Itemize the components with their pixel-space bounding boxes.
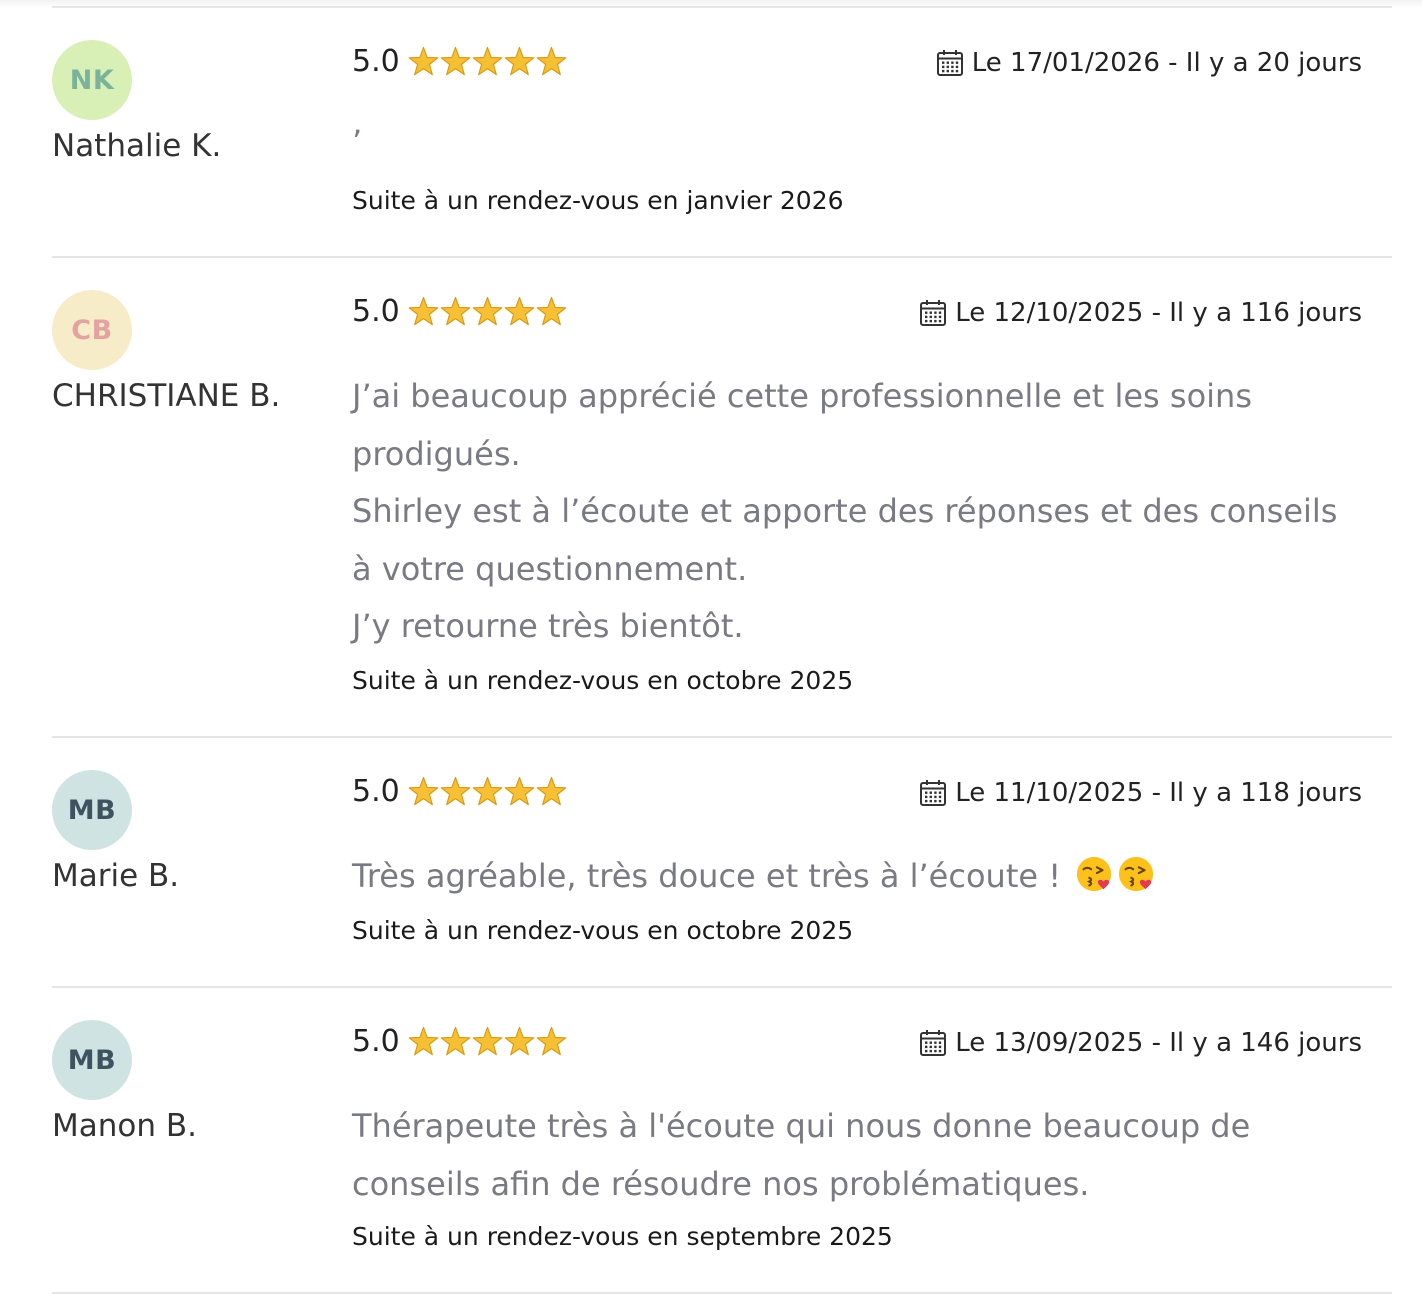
avatar: CB bbox=[52, 290, 132, 370]
star-icon bbox=[408, 776, 439, 806]
rating-score: 5.0 bbox=[352, 774, 400, 809]
avatar: NK bbox=[52, 40, 132, 120]
star-icon bbox=[472, 776, 503, 806]
review-text-line: conseils afin de résoudre nos problémati… bbox=[352, 1164, 1090, 1203]
visit-info: Suite à un rendez-vous en janvier 2026 bbox=[352, 186, 844, 215]
review-date: Le 13/09/2025 - Il y a 146 jours bbox=[919, 1028, 1362, 1058]
review-text: ’ bbox=[352, 114, 1342, 172]
review-text-line: à votre questionnement. bbox=[352, 549, 748, 588]
reviews-list: NK Nathalie K. 5.0 Le 17/01/2026 - Il y … bbox=[52, 6, 1392, 1294]
face-blowing-kiss-icon bbox=[1077, 856, 1112, 892]
star-icon bbox=[536, 46, 567, 76]
rating-stars bbox=[408, 776, 568, 807]
visit-info: Suite à un rendez-vous en octobre 2025 bbox=[352, 916, 854, 945]
rating: 5.0 bbox=[352, 774, 568, 809]
reviewer-name: Manon B. bbox=[52, 1108, 197, 1144]
star-icon bbox=[440, 46, 471, 76]
star-icon bbox=[472, 1026, 503, 1056]
review-text-line: prodigués. bbox=[352, 434, 521, 473]
star-icon bbox=[408, 46, 439, 76]
review-item: CB CHRISTIANE B. 5.0 Le 12/10/2025 - Il … bbox=[52, 256, 1392, 736]
star-icon bbox=[536, 776, 567, 806]
star-icon bbox=[440, 1026, 471, 1056]
review-item: MB Manon B. 5.0 Le 13/09/2025 - Il y a 1… bbox=[52, 986, 1392, 1294]
rating-stars bbox=[408, 1026, 568, 1057]
review-date-text: Le 12/10/2025 - Il y a 116 jours bbox=[955, 298, 1362, 328]
reviewer-name: Marie B. bbox=[52, 858, 180, 894]
review-text-content: Très agréable, très douce et très à l’éc… bbox=[352, 857, 1062, 895]
avatar: MB bbox=[52, 770, 132, 850]
review-text-line: J’ai beaucoup apprécié cette professionn… bbox=[352, 377, 1252, 415]
review-text-line: ’ bbox=[352, 123, 363, 161]
calendar-icon bbox=[920, 1030, 947, 1056]
star-icon bbox=[440, 776, 471, 806]
review-date-text: Le 11/10/2025 - Il y a 118 jours bbox=[955, 778, 1362, 808]
avatar: MB bbox=[52, 1020, 132, 1100]
star-icon bbox=[440, 296, 471, 326]
review-date-text: Le 13/09/2025 - Il y a 146 jours bbox=[955, 1028, 1362, 1058]
visit-info: Suite à un rendez-vous en septembre 2025 bbox=[352, 1222, 893, 1251]
reviewer-name: CHRISTIANE B. bbox=[52, 378, 281, 414]
star-icon bbox=[504, 1026, 535, 1056]
review-item: MB Marie B. 5.0 Le 11/10/2025 - Il y a 1… bbox=[52, 736, 1392, 986]
star-icon bbox=[536, 296, 567, 326]
star-icon bbox=[504, 296, 535, 326]
star-icon bbox=[408, 296, 439, 326]
review-date: Le 11/10/2025 - Il y a 118 jours bbox=[919, 778, 1362, 808]
review-date-text: Le 17/01/2026 - Il y a 20 jours bbox=[971, 48, 1362, 78]
review-text: Thérapeute très à l'écoute qui nous donn… bbox=[352, 1098, 1342, 1213]
review-text-line: Thérapeute très à l'écoute qui nous donn… bbox=[352, 1107, 1251, 1145]
review-text-line: Très agréable, très douce et très à l’éc… bbox=[352, 848, 1342, 906]
star-icon bbox=[472, 46, 503, 76]
rating-score: 5.0 bbox=[352, 1024, 400, 1059]
rating-stars bbox=[408, 46, 568, 77]
calendar-icon bbox=[936, 50, 963, 76]
star-icon bbox=[536, 1026, 567, 1056]
rating-score: 5.0 bbox=[352, 294, 400, 329]
face-blowing-kiss-icon bbox=[1119, 856, 1154, 892]
review-text: Très agréable, très douce et très à l’éc… bbox=[352, 848, 1342, 906]
calendar-icon bbox=[920, 780, 947, 806]
review-text: J’ai beaucoup apprécié cette professionn… bbox=[352, 368, 1342, 656]
rating: 5.0 bbox=[352, 294, 568, 329]
star-icon bbox=[504, 776, 535, 806]
reviewer-name: Nathalie K. bbox=[52, 128, 222, 164]
rating: 5.0 bbox=[352, 44, 568, 79]
review-date: Le 17/01/2026 - Il y a 20 jours bbox=[936, 48, 1362, 78]
star-icon bbox=[472, 296, 503, 326]
calendar-icon bbox=[920, 300, 947, 326]
star-icon bbox=[408, 1026, 439, 1056]
review-text-line: J’y retourne très bientôt. bbox=[352, 607, 744, 645]
review-date: Le 12/10/2025 - Il y a 116 jours bbox=[919, 298, 1362, 328]
rating: 5.0 bbox=[352, 1024, 568, 1059]
review-item: NK Nathalie K. 5.0 Le 17/01/2026 - Il y … bbox=[52, 6, 1392, 256]
review-text-line: Shirley est à l’écoute et apporte des ré… bbox=[352, 492, 1338, 530]
star-icon bbox=[504, 46, 535, 76]
rating-score: 5.0 bbox=[352, 44, 400, 79]
visit-info: Suite à un rendez-vous en octobre 2025 bbox=[352, 666, 854, 695]
rating-stars bbox=[408, 296, 568, 327]
